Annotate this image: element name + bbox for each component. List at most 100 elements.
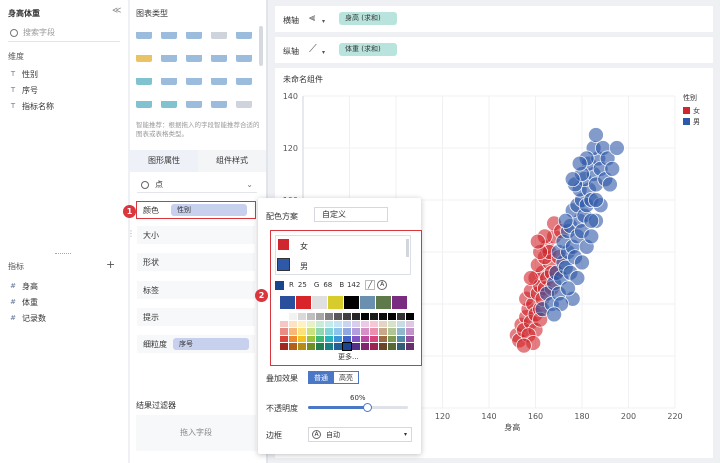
chart-type-icon[interactable]	[211, 72, 227, 85]
legend-swatch[interactable]	[683, 118, 690, 125]
chart-type-icon[interactable]	[136, 95, 152, 108]
palette-grid-swatch[interactable]	[361, 335, 369, 342]
palette-grid-swatch[interactable]	[280, 335, 288, 342]
palette-grid-swatch[interactable]	[388, 328, 396, 335]
palette-grid-swatch[interactable]	[406, 320, 414, 327]
r-input[interactable]: 25	[294, 281, 311, 289]
palette-grid-swatch[interactable]	[406, 343, 414, 350]
y-axis-type-icon[interactable]: ⟋	[309, 42, 317, 56]
field-search[interactable]: 搜索字段	[8, 24, 120, 42]
y-axis-field-pill[interactable]: 体重 (求和)	[339, 43, 397, 56]
palette-grid-swatch[interactable]	[334, 335, 342, 342]
palette-grid-swatch[interactable]	[325, 343, 333, 350]
palette-grid-swatch[interactable]	[352, 343, 360, 350]
color-field-pill[interactable]: 性别	[171, 204, 247, 216]
palette-grid-swatch[interactable]	[370, 328, 378, 335]
palette-grid-swatch[interactable]	[307, 343, 315, 350]
palette-grid-swatch[interactable]	[307, 320, 315, 327]
data-point-male[interactable]	[564, 171, 581, 188]
field-item[interactable]: T 性别	[8, 66, 118, 82]
palette-grid-swatch[interactable]	[352, 335, 360, 342]
chart-type-icon[interactable]	[186, 72, 202, 85]
data-point-male[interactable]	[604, 160, 621, 177]
data-point-male[interactable]	[571, 155, 588, 172]
data-point-male[interactable]	[557, 212, 574, 229]
palette-grid-swatch[interactable]	[397, 343, 405, 350]
chart-type-icon[interactable]	[136, 49, 152, 62]
tab-component-style[interactable]: 组件样式	[198, 150, 266, 172]
field-item[interactable]: # 记录数	[8, 310, 118, 326]
shape-prop-row[interactable]: 形状	[137, 253, 255, 271]
palette-swatch[interactable]	[344, 296, 359, 309]
palette-grid-swatch[interactable]	[298, 320, 306, 327]
data-point-male[interactable]	[574, 254, 590, 271]
palette-grid-swatch[interactable]	[334, 320, 342, 327]
tooltip-prop-row[interactable]: 提示	[137, 308, 255, 326]
collapse-icon[interactable]: ≪	[112, 6, 121, 16]
palette-grid-swatch[interactable]	[280, 328, 288, 335]
palette-grid-swatch[interactable]	[379, 320, 387, 327]
palette-grid-swatch[interactable]	[316, 320, 324, 327]
palette-grid-swatch[interactable]	[316, 313, 324, 320]
palette-grid-swatch[interactable]	[343, 335, 351, 342]
palette-grid-swatch[interactable]	[316, 343, 324, 350]
palette-grid-swatch[interactable]	[280, 320, 288, 327]
data-point-male[interactable]	[583, 228, 600, 245]
palette-grid-swatch[interactable]	[352, 313, 360, 320]
palette-grid-swatch[interactable]	[379, 313, 387, 320]
palette-grid-swatch[interactable]	[325, 320, 333, 327]
panel-resize-handle[interactable]	[55, 253, 71, 255]
palette-grid-swatch[interactable]	[334, 328, 342, 335]
data-point-female[interactable]	[523, 270, 539, 286]
scheme-select[interactable]: 自定义	[314, 207, 388, 222]
chart-type-icon[interactable]	[236, 72, 252, 85]
palette-grid-swatch[interactable]	[316, 328, 324, 335]
palette-swatch[interactable]	[312, 296, 327, 309]
palette-grid-swatch[interactable]	[397, 320, 405, 327]
palette-grid-swatch[interactable]	[352, 320, 360, 327]
palette-grid-swatch[interactable]	[361, 328, 369, 335]
drag-handle-icon[interactable]: ⋮	[127, 229, 135, 238]
palette-grid-swatch[interactable]	[370, 313, 378, 320]
palette-grid-swatch[interactable]	[388, 343, 396, 350]
female-swatch[interactable]	[278, 239, 289, 250]
blend-highlight-button[interactable]: 高亮	[333, 371, 359, 384]
palette-swatch[interactable]	[328, 296, 343, 309]
x-axis-dropdown-icon[interactable]: ▾	[322, 18, 325, 25]
color-prop-row[interactable]: 颜色 性别	[136, 201, 256, 219]
granularity-field-pill[interactable]: 序号	[173, 338, 249, 350]
palette-grid-swatch[interactable]	[325, 335, 333, 342]
chart-grid-scrollbar[interactable]	[259, 26, 263, 66]
legend-swatch[interactable]	[683, 107, 690, 114]
b-input[interactable]: 142	[344, 281, 363, 289]
field-item[interactable]: # 身高	[8, 278, 118, 294]
palette-grid-swatch[interactable]	[325, 313, 333, 320]
palette-grid-swatch[interactable]	[289, 328, 297, 335]
palette-swatch[interactable]	[392, 296, 407, 309]
palette-grid-swatch[interactable]	[397, 328, 405, 335]
data-point-male[interactable]	[560, 280, 576, 297]
more-colors-link[interactable]: 更多...	[338, 352, 359, 362]
palette-grid-swatch[interactable]	[379, 328, 387, 335]
palette-grid-swatch[interactable]	[334, 343, 342, 350]
series-list-scrollbar[interactable]	[406, 239, 409, 257]
palette-swatch[interactable]	[376, 296, 391, 309]
opacity-slider-track[interactable]	[308, 406, 408, 409]
chart-type-icon[interactable]	[136, 72, 152, 85]
palette-grid-swatch[interactable]	[388, 320, 396, 327]
palette-grid-swatch[interactable]	[343, 328, 351, 335]
palette-grid-swatch[interactable]	[379, 335, 387, 342]
palette-grid-swatch[interactable]	[298, 343, 306, 350]
chart-type-icon[interactable]	[236, 95, 252, 108]
x-axis-type-icon[interactable]: ⫷	[309, 11, 315, 25]
chart-type-icon[interactable]	[136, 26, 152, 39]
palette-grid-swatch[interactable]	[298, 313, 306, 320]
data-point-male[interactable]	[583, 212, 600, 229]
palette-grid-swatch[interactable]	[298, 335, 306, 342]
palette-grid-swatch[interactable]	[280, 313, 288, 320]
chart-type-icon[interactable]	[186, 26, 202, 39]
chart-type-icon[interactable]	[161, 72, 177, 85]
palette-grid-swatch[interactable]	[307, 328, 315, 335]
border-select[interactable]: A 自动 ▾	[308, 427, 412, 442]
chart-type-icon[interactable]	[211, 95, 227, 108]
